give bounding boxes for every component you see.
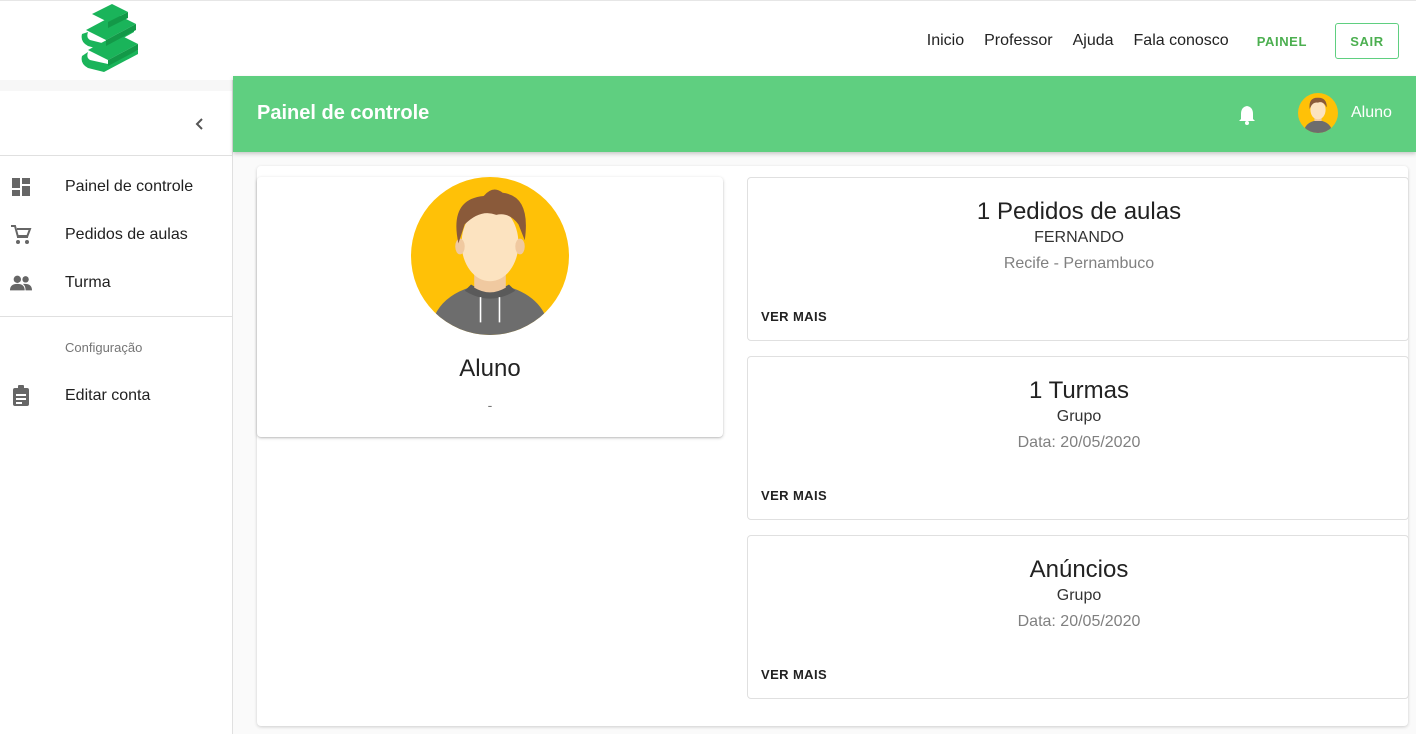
profile-card: Aluno - [257, 177, 723, 437]
sidebar-item-label: Pedidos de aulas [65, 226, 188, 243]
card-subtitle: FERNANDO [1034, 229, 1124, 246]
nav-link-ajuda[interactable]: Ajuda [1073, 32, 1114, 50]
notifications-bell-icon[interactable] [1236, 104, 1258, 126]
ver-mais-button[interactable]: VER MAIS [761, 488, 827, 503]
pedidos-card: 1 Pedidos de aulas FERNANDO Recife - Per… [747, 177, 1409, 341]
card-title: 1 Turmas [1028, 377, 1130, 404]
brand-logo[interactable] [78, 4, 144, 72]
anuncios-card: Anúncios Grupo Data: 20/05/2020 VER MAIS [747, 535, 1409, 699]
logout-button[interactable]: SAIR [1335, 23, 1399, 59]
app-bar: Painel de controle Aluno [233, 76, 1416, 152]
card-detail: Recife - Pernambuco [1003, 255, 1155, 272]
sidebar-item-turma[interactable]: Turma [0, 259, 232, 307]
nav-link-painel[interactable]: PAINEL [1257, 34, 1307, 49]
nav-link-fala-conosco[interactable]: Fala conosco [1134, 32, 1229, 50]
people-icon [10, 272, 32, 294]
chevron-left-icon [195, 118, 203, 130]
sidebar-top-strip [0, 80, 232, 91]
card-subtitle: Grupo [1056, 408, 1102, 425]
ver-mais-button[interactable]: VER MAIS [761, 667, 827, 682]
profile-avatar [411, 177, 569, 335]
card-subtitle: Grupo [1056, 587, 1102, 604]
card-detail: Data: 20/05/2020 [1017, 613, 1141, 630]
profile-name: Aluno [459, 355, 521, 382]
sidebar-item-label: Editar conta [65, 387, 151, 404]
ver-mais-button[interactable]: VER MAIS [761, 309, 827, 324]
dashboard-icon [10, 176, 32, 198]
collapse-sidebar-button[interactable] [186, 110, 214, 138]
sidebar-item-pedidos-de-aulas[interactable]: Pedidos de aulas [0, 211, 232, 259]
card-title: 1 Pedidos de aulas [976, 198, 1182, 225]
sidebar-item-editar-conta[interactable]: Editar conta [0, 372, 232, 420]
sidebar-divider [0, 155, 232, 156]
user-name: Aluno [1351, 104, 1392, 121]
cart-icon [10, 224, 32, 246]
sidebar-item-painel-de-controle[interactable]: Painel de controle [0, 163, 232, 211]
main-content: Painel de controle Aluno Aluno - 1 Pedid… [233, 76, 1416, 734]
nav-link-professor[interactable]: Professor [984, 32, 1052, 50]
user-avatar[interactable] [1298, 93, 1338, 133]
nav-link-inicio[interactable]: Inicio [927, 32, 964, 50]
page-title: Painel de controle [257, 102, 430, 124]
top-nav-links: Inicio Professor Ajuda Fala conosco PAIN… [927, 1, 1416, 81]
clipboard-icon [10, 385, 32, 407]
card-detail: Data: 20/05/2020 [1017, 434, 1141, 451]
sidebar-section-header: Configuração [65, 340, 143, 355]
profile-subtitle: - [487, 397, 493, 413]
sidebar-divider [0, 316, 232, 317]
card-title: Anúncios [1029, 556, 1129, 583]
sidebar: Painel de controle Pedidos de aulas Turm… [0, 80, 233, 734]
turmas-card: 1 Turmas Grupo Data: 20/05/2020 VER MAIS [747, 356, 1409, 520]
top-navbar: Inicio Professor Ajuda Fala conosco PAIN… [0, 0, 1416, 80]
sidebar-item-label: Turma [65, 274, 111, 291]
sidebar-item-label: Painel de controle [65, 178, 194, 195]
